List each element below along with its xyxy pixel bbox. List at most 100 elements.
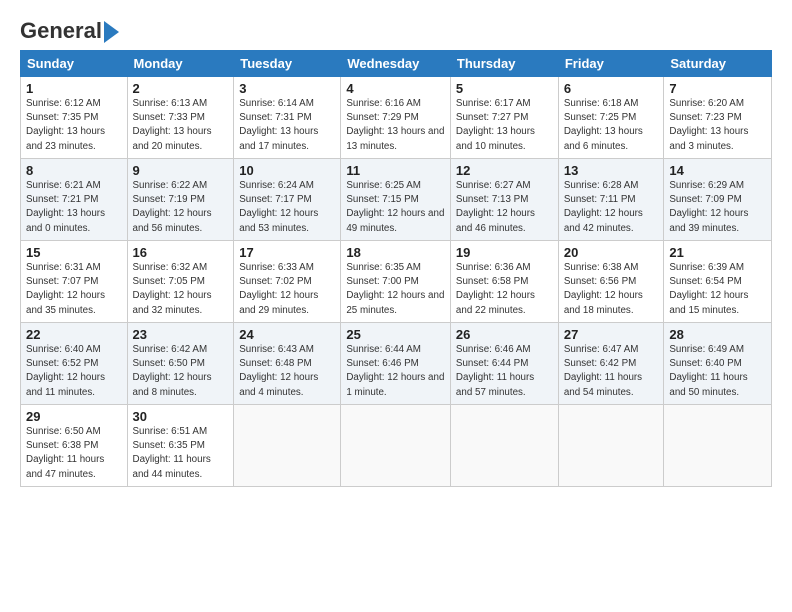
day-number: 24 — [239, 327, 335, 342]
day-number: 30 — [133, 409, 229, 424]
calendar-cell — [664, 405, 772, 487]
calendar-cell: 15Sunrise: 6:31 AMSunset: 7:07 PMDayligh… — [21, 241, 128, 323]
day-number: 5 — [456, 81, 553, 96]
calendar-cell — [558, 405, 664, 487]
day-info: Sunrise: 6:38 AMSunset: 6:56 PMDaylight:… — [564, 261, 659, 318]
day-info: Sunrise: 6:43 AMSunset: 6:48 PMDaylight:… — [239, 343, 335, 400]
calendar-cell: 22Sunrise: 6:40 AMSunset: 6:52 PMDayligh… — [21, 323, 128, 405]
day-info: Sunrise: 6:49 AMSunset: 6:40 PMDaylight:… — [669, 343, 766, 400]
day-number: 2 — [133, 81, 229, 96]
calendar-cell: 20Sunrise: 6:38 AMSunset: 6:56 PMDayligh… — [558, 241, 664, 323]
day-number: 17 — [239, 245, 335, 260]
calendar-cell: 1Sunrise: 6:12 AMSunset: 7:35 PMDaylight… — [21, 77, 128, 159]
logo-general: General — [20, 18, 102, 44]
day-info: Sunrise: 6:32 AMSunset: 7:05 PMDaylight:… — [133, 261, 229, 318]
header: General — [20, 18, 772, 40]
calendar-cell: 29Sunrise: 6:50 AMSunset: 6:38 PMDayligh… — [21, 405, 128, 487]
day-number: 12 — [456, 163, 553, 178]
calendar-cell: 21Sunrise: 6:39 AMSunset: 6:54 PMDayligh… — [664, 241, 772, 323]
col-header-friday: Friday — [558, 51, 664, 77]
col-header-sunday: Sunday — [21, 51, 128, 77]
calendar-cell: 26Sunrise: 6:46 AMSunset: 6:44 PMDayligh… — [450, 323, 558, 405]
col-header-wednesday: Wednesday — [341, 51, 451, 77]
calendar-cell: 19Sunrise: 6:36 AMSunset: 6:58 PMDayligh… — [450, 241, 558, 323]
day-number: 23 — [133, 327, 229, 342]
day-number: 9 — [133, 163, 229, 178]
day-info: Sunrise: 6:33 AMSunset: 7:02 PMDaylight:… — [239, 261, 335, 318]
day-number: 3 — [239, 81, 335, 96]
calendar-cell — [450, 405, 558, 487]
day-number: 28 — [669, 327, 766, 342]
day-number: 27 — [564, 327, 659, 342]
calendar-cell: 14Sunrise: 6:29 AMSunset: 7:09 PMDayligh… — [664, 159, 772, 241]
day-info: Sunrise: 6:50 AMSunset: 6:38 PMDaylight:… — [26, 425, 122, 482]
day-info: Sunrise: 6:25 AMSunset: 7:15 PMDaylight:… — [346, 179, 445, 236]
day-info: Sunrise: 6:14 AMSunset: 7:31 PMDaylight:… — [239, 97, 335, 154]
day-number: 6 — [564, 81, 659, 96]
logo: General — [20, 18, 119, 40]
day-info: Sunrise: 6:42 AMSunset: 6:50 PMDaylight:… — [133, 343, 229, 400]
day-number: 18 — [346, 245, 445, 260]
day-number: 11 — [346, 163, 445, 178]
logo-arrow-icon — [104, 21, 119, 43]
day-number: 13 — [564, 163, 659, 178]
col-header-thursday: Thursday — [450, 51, 558, 77]
day-number: 26 — [456, 327, 553, 342]
calendar-cell: 2Sunrise: 6:13 AMSunset: 7:33 PMDaylight… — [127, 77, 234, 159]
day-number: 21 — [669, 245, 766, 260]
day-info: Sunrise: 6:51 AMSunset: 6:35 PMDaylight:… — [133, 425, 229, 482]
day-number: 8 — [26, 163, 122, 178]
calendar: SundayMondayTuesdayWednesdayThursdayFrid… — [20, 50, 772, 487]
day-info: Sunrise: 6:24 AMSunset: 7:17 PMDaylight:… — [239, 179, 335, 236]
calendar-cell: 28Sunrise: 6:49 AMSunset: 6:40 PMDayligh… — [664, 323, 772, 405]
day-number: 4 — [346, 81, 445, 96]
day-info: Sunrise: 6:22 AMSunset: 7:19 PMDaylight:… — [133, 179, 229, 236]
day-info: Sunrise: 6:31 AMSunset: 7:07 PMDaylight:… — [26, 261, 122, 318]
calendar-cell: 24Sunrise: 6:43 AMSunset: 6:48 PMDayligh… — [234, 323, 341, 405]
calendar-cell: 11Sunrise: 6:25 AMSunset: 7:15 PMDayligh… — [341, 159, 451, 241]
calendar-cell: 4Sunrise: 6:16 AMSunset: 7:29 PMDaylight… — [341, 77, 451, 159]
col-header-saturday: Saturday — [664, 51, 772, 77]
day-info: Sunrise: 6:40 AMSunset: 6:52 PMDaylight:… — [26, 343, 122, 400]
day-info: Sunrise: 6:16 AMSunset: 7:29 PMDaylight:… — [346, 97, 445, 154]
calendar-cell: 17Sunrise: 6:33 AMSunset: 7:02 PMDayligh… — [234, 241, 341, 323]
calendar-cell: 7Sunrise: 6:20 AMSunset: 7:23 PMDaylight… — [664, 77, 772, 159]
day-number: 14 — [669, 163, 766, 178]
day-info: Sunrise: 6:13 AMSunset: 7:33 PMDaylight:… — [133, 97, 229, 154]
calendar-cell: 13Sunrise: 6:28 AMSunset: 7:11 PMDayligh… — [558, 159, 664, 241]
day-number: 10 — [239, 163, 335, 178]
calendar-cell: 12Sunrise: 6:27 AMSunset: 7:13 PMDayligh… — [450, 159, 558, 241]
calendar-cell: 9Sunrise: 6:22 AMSunset: 7:19 PMDaylight… — [127, 159, 234, 241]
day-info: Sunrise: 6:44 AMSunset: 6:46 PMDaylight:… — [346, 343, 445, 400]
day-number: 25 — [346, 327, 445, 342]
calendar-cell: 8Sunrise: 6:21 AMSunset: 7:21 PMDaylight… — [21, 159, 128, 241]
calendar-cell: 18Sunrise: 6:35 AMSunset: 7:00 PMDayligh… — [341, 241, 451, 323]
calendar-cell: 30Sunrise: 6:51 AMSunset: 6:35 PMDayligh… — [127, 405, 234, 487]
day-info: Sunrise: 6:12 AMSunset: 7:35 PMDaylight:… — [26, 97, 122, 154]
col-header-tuesday: Tuesday — [234, 51, 341, 77]
day-info: Sunrise: 6:35 AMSunset: 7:00 PMDaylight:… — [346, 261, 445, 318]
day-number: 15 — [26, 245, 122, 260]
day-number: 19 — [456, 245, 553, 260]
page: General SundayMondayTuesdayWednesdayThur… — [0, 0, 792, 497]
calendar-cell: 5Sunrise: 6:17 AMSunset: 7:27 PMDaylight… — [450, 77, 558, 159]
day-info: Sunrise: 6:18 AMSunset: 7:25 PMDaylight:… — [564, 97, 659, 154]
day-info: Sunrise: 6:46 AMSunset: 6:44 PMDaylight:… — [456, 343, 553, 400]
day-info: Sunrise: 6:39 AMSunset: 6:54 PMDaylight:… — [669, 261, 766, 318]
day-info: Sunrise: 6:28 AMSunset: 7:11 PMDaylight:… — [564, 179, 659, 236]
calendar-cell: 23Sunrise: 6:42 AMSunset: 6:50 PMDayligh… — [127, 323, 234, 405]
calendar-cell: 25Sunrise: 6:44 AMSunset: 6:46 PMDayligh… — [341, 323, 451, 405]
day-info: Sunrise: 6:20 AMSunset: 7:23 PMDaylight:… — [669, 97, 766, 154]
day-number: 20 — [564, 245, 659, 260]
calendar-cell: 10Sunrise: 6:24 AMSunset: 7:17 PMDayligh… — [234, 159, 341, 241]
col-header-monday: Monday — [127, 51, 234, 77]
day-number: 1 — [26, 81, 122, 96]
day-info: Sunrise: 6:17 AMSunset: 7:27 PMDaylight:… — [456, 97, 553, 154]
calendar-cell: 16Sunrise: 6:32 AMSunset: 7:05 PMDayligh… — [127, 241, 234, 323]
day-number: 29 — [26, 409, 122, 424]
calendar-cell — [234, 405, 341, 487]
calendar-cell: 3Sunrise: 6:14 AMSunset: 7:31 PMDaylight… — [234, 77, 341, 159]
day-number: 7 — [669, 81, 766, 96]
calendar-cell: 6Sunrise: 6:18 AMSunset: 7:25 PMDaylight… — [558, 77, 664, 159]
day-info: Sunrise: 6:21 AMSunset: 7:21 PMDaylight:… — [26, 179, 122, 236]
